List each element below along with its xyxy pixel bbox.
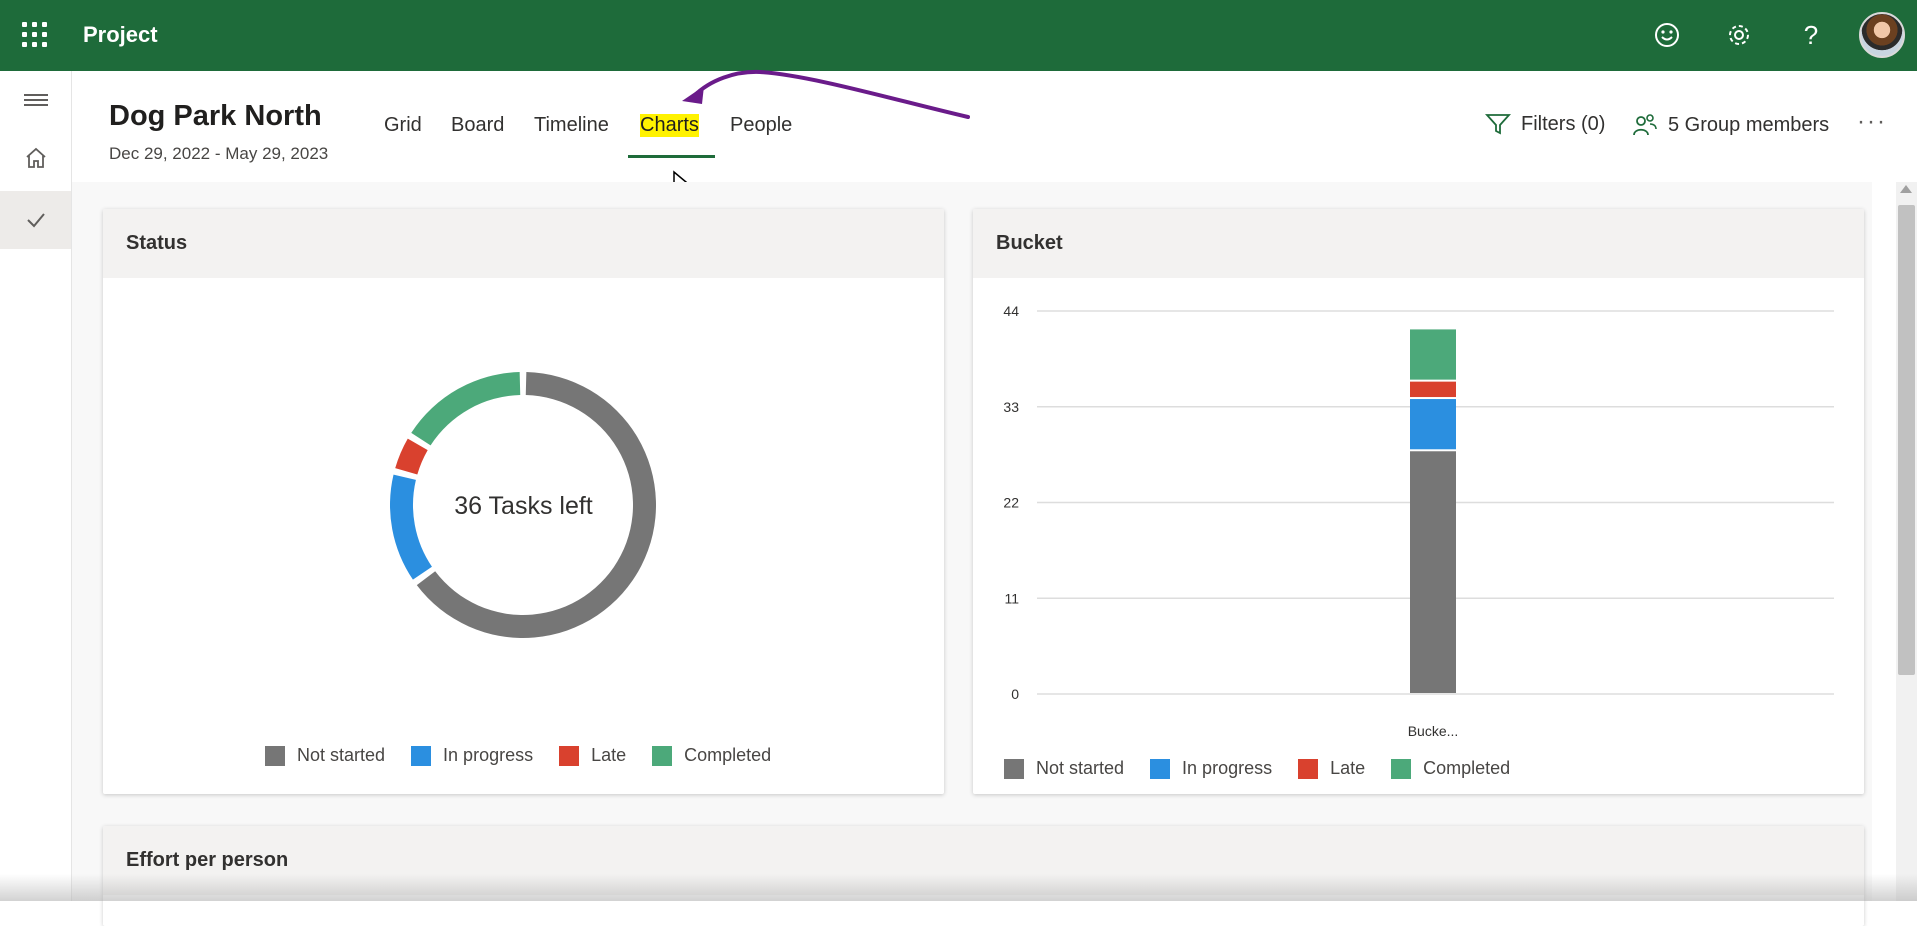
bar-segment-completed[interactable] <box>1410 329 1456 380</box>
home-icon[interactable] <box>0 129 71 187</box>
legend-item-in-progress[interactable]: In progress <box>411 745 533 766</box>
bucket-legend: Not started In progress Late Completed <box>1004 758 1536 779</box>
members-label: 5 Group members <box>1668 113 1830 136</box>
legend-item-completed[interactable]: Completed <box>1391 758 1510 779</box>
check-icon[interactable] <box>0 191 71 249</box>
help-icon[interactable]: ? <box>1794 18 1828 52</box>
filter-icon <box>1485 114 1511 135</box>
legend-item-completed[interactable]: Completed <box>652 745 771 766</box>
y-tick-label: 0 <box>1011 686 1019 702</box>
smiley-icon[interactable] <box>1650 18 1684 52</box>
tasks-left-label: 36 Tasks left <box>454 492 593 520</box>
legend-item-late[interactable]: Late <box>1298 758 1365 779</box>
tab-grid[interactable]: Grid <box>384 114 422 137</box>
group-members-button[interactable]: 5 Group members <box>1632 112 1829 138</box>
status-legend: Not started In progress Late Completed <box>265 745 797 766</box>
donut-slice-completed[interactable] <box>411 372 521 446</box>
legend-item-not-started[interactable]: Not started <box>1004 758 1124 779</box>
gear-icon[interactable] <box>1722 18 1756 52</box>
y-tick-label: 44 <box>1003 303 1019 319</box>
tab-board[interactable]: Board <box>451 114 504 137</box>
bar-segment-in-progress[interactable] <box>1410 399 1456 450</box>
bar-segment-not-started[interactable] <box>1410 451 1456 693</box>
hamburger-icon[interactable] <box>0 71 71 129</box>
project-dates: Dec 29, 2022 - May 29, 2023 <box>109 144 329 163</box>
bucket-card: Bucket 0 11 22 33 44 Bucke... Not started In … <box>973 209 1864 794</box>
selected-tab-indicator <box>628 155 715 158</box>
bottom-edge-fade <box>0 874 1917 901</box>
app-title: Project <box>83 22 158 47</box>
app-launcher-icon[interactable] <box>22 22 48 48</box>
legend-item-not-started[interactable]: Not started <box>265 745 385 766</box>
left-navigation <box>0 71 72 901</box>
bucket-bar-chart: 0 11 22 33 44 Bucke... <box>1003 303 1834 739</box>
x-category-label: Bucke... <box>1408 723 1459 739</box>
annotation-arrow-icon <box>682 69 970 119</box>
status-card: Status 36 Tasks left Not started In prog… <box>103 209 944 794</box>
y-tick-label: 22 <box>1003 495 1019 511</box>
tab-timeline[interactable]: Timeline <box>534 114 609 137</box>
y-tick-label: 33 <box>1003 399 1019 415</box>
filters-button[interactable]: Filters (0) <box>1485 112 1605 136</box>
more-icon[interactable]: ··· <box>1857 108 1887 136</box>
scroll-up-arrow-icon[interactable] <box>1900 185 1912 193</box>
avatar[interactable] <box>1859 12 1905 58</box>
bar-segment-late[interactable] <box>1410 381 1456 398</box>
scrollbar-thumb[interactable] <box>1898 205 1915 675</box>
project-title: Dog Park North <box>109 100 322 132</box>
donut-slice-in-progress[interactable] <box>389 474 432 580</box>
legend-item-in-progress[interactable]: In progress <box>1150 758 1272 779</box>
filters-label: Filters (0) <box>1521 112 1606 135</box>
legend-item-late[interactable]: Late <box>559 745 626 766</box>
people-icon <box>1633 114 1657 136</box>
y-tick-label: 11 <box>1004 590 1019 606</box>
donut-slice-late[interactable] <box>395 438 428 475</box>
